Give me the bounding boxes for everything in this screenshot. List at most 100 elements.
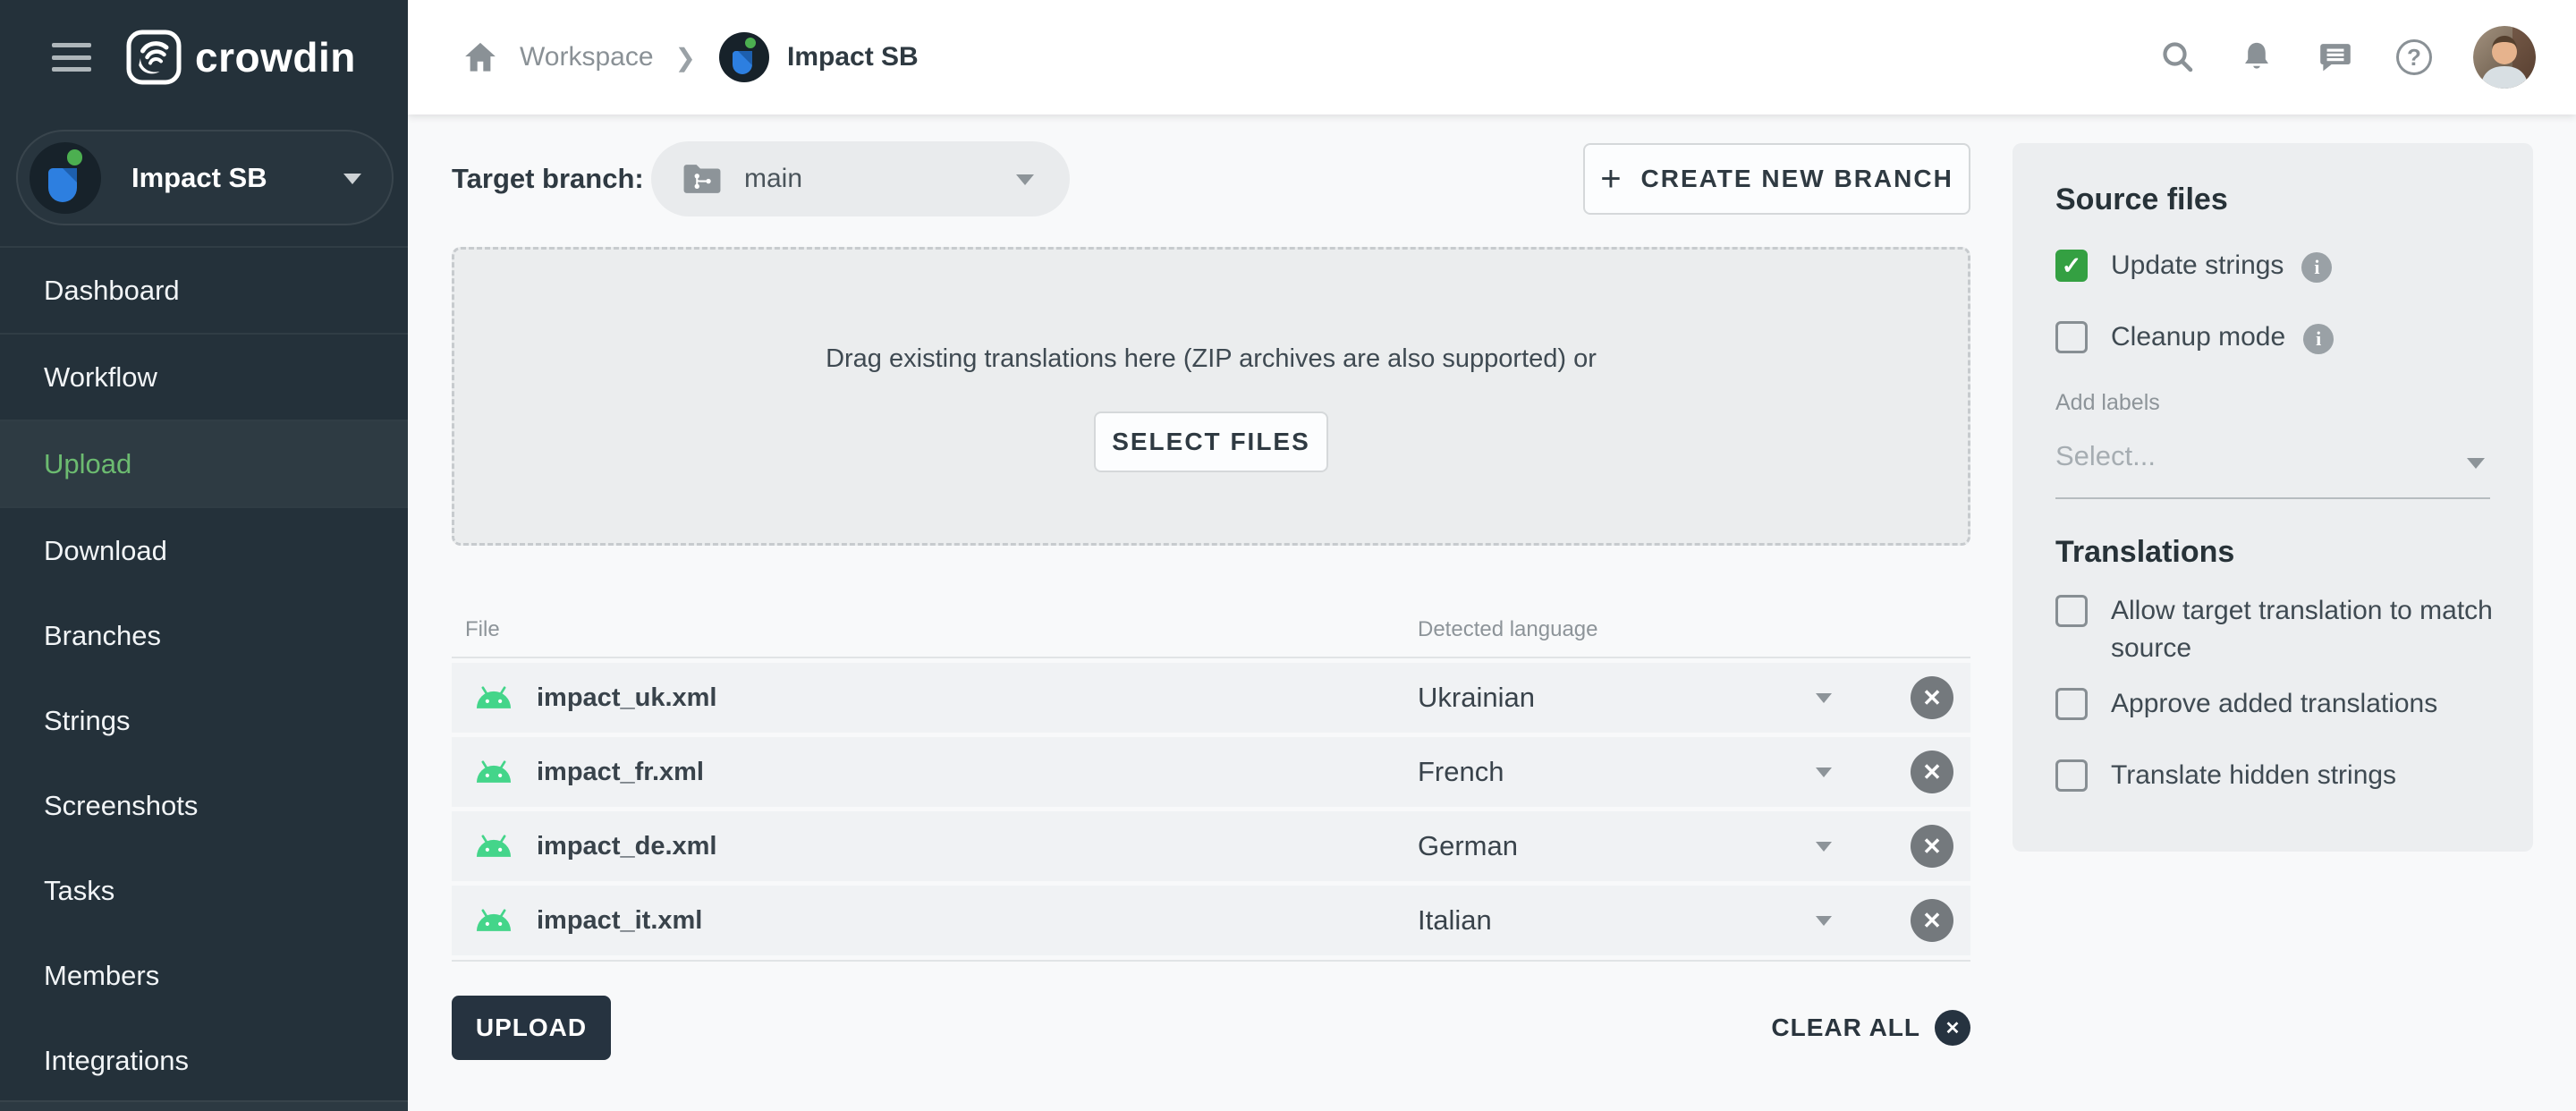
uploaded-files-table: File Detected language impact_uk.xml Ukr… xyxy=(452,598,1970,962)
chevron-down-icon xyxy=(2467,458,2485,469)
column-header-language: Detected language xyxy=(1418,617,1598,642)
target-branch-label: Target branch: xyxy=(452,163,644,194)
clear-all-close-icon xyxy=(1935,1010,1970,1046)
sidebar-item-members[interactable]: Members xyxy=(0,933,408,1018)
android-file-icon xyxy=(474,685,513,710)
sidebar-bottom-divider xyxy=(0,1100,408,1111)
sidebar-item-branches[interactable]: Branches xyxy=(0,593,408,678)
cleanup-mode-checkbox[interactable] xyxy=(2055,321,2088,353)
topbar-actions xyxy=(2158,26,2536,89)
add-labels-label: Add labels xyxy=(2055,390,2160,416)
table-row: impact_de.xml German xyxy=(452,811,1970,881)
update-strings-checkbox-row[interactable]: Update strings xyxy=(2055,247,2332,284)
file-name: impact_uk.xml xyxy=(537,683,716,713)
approve-added-translations-checkbox[interactable] xyxy=(2055,688,2088,720)
file-name: impact_it.xml xyxy=(537,906,702,936)
app-root: crowdin Impact SB Dashboard Workflow Upl… xyxy=(0,0,2576,1111)
hamburger-menu-icon[interactable] xyxy=(52,43,91,72)
chevron-down-icon[interactable] xyxy=(1816,916,1832,926)
detected-language-select[interactable]: Ukrainian xyxy=(1418,682,1535,714)
sidebar-item-screenshots[interactable]: Screenshots xyxy=(0,763,408,848)
upload-button[interactable]: UPLOAD xyxy=(452,996,611,1060)
chevron-down-icon[interactable] xyxy=(1816,768,1832,777)
info-icon[interactable] xyxy=(2303,324,2334,354)
search-icon[interactable] xyxy=(2158,38,2198,77)
translate-hidden-strings-checkbox[interactable] xyxy=(2055,759,2088,792)
update-strings-checkbox[interactable] xyxy=(2055,250,2088,282)
chevron-down-icon[interactable] xyxy=(1816,693,1832,703)
crowdin-logo-text: crowdin xyxy=(195,33,356,81)
detected-language-select[interactable]: French xyxy=(1418,756,1504,788)
translations-title: Translations xyxy=(2055,535,2234,570)
messages-chat-icon[interactable] xyxy=(2316,38,2355,77)
android-file-icon xyxy=(474,759,513,784)
remove-file-button[interactable] xyxy=(1911,751,1953,793)
cleanup-mode-checkbox-row[interactable]: Cleanup mode xyxy=(2055,318,2334,356)
project-avatar xyxy=(30,142,101,214)
android-file-icon xyxy=(474,908,513,933)
sidebar-item-workflow[interactable]: Workflow xyxy=(0,335,408,420)
table-row: impact_it.xml Italian xyxy=(452,886,1970,955)
branch-toolbar: Target branch: main CREATE NEW BRANCH xyxy=(452,141,1970,216)
file-name: impact_de.xml xyxy=(537,832,716,861)
table-bottom-divider xyxy=(452,960,1970,962)
branch-select[interactable]: main xyxy=(651,141,1070,216)
breadcrumb-workspace-link[interactable]: Workspace xyxy=(520,42,654,72)
column-header-file: File xyxy=(465,617,500,642)
branch-select-value: main xyxy=(744,164,802,194)
sidebar-item-dashboard[interactable]: Dashboard xyxy=(0,248,408,333)
breadcrumb-project-name: Impact SB xyxy=(787,42,919,72)
info-icon[interactable] xyxy=(2301,252,2332,283)
sidebar: crowdin Impact SB Dashboard Workflow Upl… xyxy=(0,0,408,1111)
table-row: impact_uk.xml Ukrainian xyxy=(452,663,1970,733)
upload-settings-panel: Source files Update strings Cleanup mode… xyxy=(2012,143,2533,852)
select-files-button[interactable]: SELECT FILES xyxy=(1094,411,1328,472)
remove-file-button[interactable] xyxy=(1911,899,1953,942)
breadcrumb: Workspace Impact SB xyxy=(461,32,919,82)
remove-file-button[interactable] xyxy=(1911,825,1953,868)
branch-folder-icon xyxy=(682,161,723,197)
remove-file-button[interactable] xyxy=(1911,676,1953,719)
user-avatar[interactable] xyxy=(2473,26,2536,89)
sidebar-item-integrations[interactable]: Integrations xyxy=(0,1018,408,1103)
sidebar-item-download[interactable]: Download xyxy=(0,508,408,593)
table-header: File Detected language xyxy=(452,598,1970,658)
file-name: impact_fr.xml xyxy=(537,758,704,787)
allow-target-match-source-checkbox-row[interactable]: Allow target translation to match source xyxy=(2055,592,2504,667)
clear-all-button[interactable]: CLEAR ALL xyxy=(1771,1010,1970,1046)
breadcrumb-chevron-icon xyxy=(675,43,696,72)
source-files-title: Source files xyxy=(2055,182,2228,217)
project-selector[interactable]: Impact SB xyxy=(16,130,394,225)
approve-added-translations-checkbox-row[interactable]: Approve added translations xyxy=(2055,685,2437,723)
detected-language-select[interactable]: Italian xyxy=(1418,904,1492,937)
translate-hidden-strings-checkbox-row[interactable]: Translate hidden strings xyxy=(2055,757,2396,794)
table-actions: UPLOAD CLEAR ALL xyxy=(452,996,1970,1067)
table-row: impact_fr.xml French xyxy=(452,737,1970,807)
breadcrumb-project-avatar xyxy=(719,32,769,82)
help-icon[interactable] xyxy=(2394,38,2434,77)
sidebar-header: crowdin xyxy=(0,0,408,114)
main-area: Workspace Impact SB xyxy=(408,0,2576,1111)
project-selector-name: Impact SB xyxy=(131,162,267,194)
android-file-icon xyxy=(474,834,513,859)
create-new-branch-button[interactable]: CREATE NEW BRANCH xyxy=(1583,143,1970,215)
detected-language-select[interactable]: German xyxy=(1418,830,1518,862)
plus-icon xyxy=(1600,159,1621,199)
notifications-bell-icon[interactable] xyxy=(2237,38,2276,77)
chevron-down-icon[interactable] xyxy=(1816,842,1832,852)
labels-select[interactable]: Select... xyxy=(2055,428,2490,499)
topbar: Workspace Impact SB xyxy=(408,0,2576,114)
crowdin-logo[interactable]: crowdin xyxy=(125,29,356,86)
home-icon[interactable] xyxy=(461,38,500,77)
chevron-down-icon xyxy=(343,174,361,184)
sidebar-item-tasks[interactable]: Tasks xyxy=(0,848,408,933)
sidebar-nav: Dashboard Workflow Upload Download Branc… xyxy=(0,246,408,1103)
content: Target branch: main CREATE NEW BRANCH xyxy=(408,114,2576,1111)
crowdin-logo-icon xyxy=(125,29,182,86)
allow-target-match-source-checkbox[interactable] xyxy=(2055,595,2088,627)
sidebar-item-strings[interactable]: Strings xyxy=(0,678,408,763)
chevron-down-icon xyxy=(1016,174,1034,185)
file-dropzone[interactable]: Drag existing translations here (ZIP arc… xyxy=(452,247,1970,546)
sidebar-item-upload[interactable]: Upload xyxy=(0,421,408,506)
dropzone-hint: Drag existing translations here (ZIP arc… xyxy=(454,344,1968,374)
